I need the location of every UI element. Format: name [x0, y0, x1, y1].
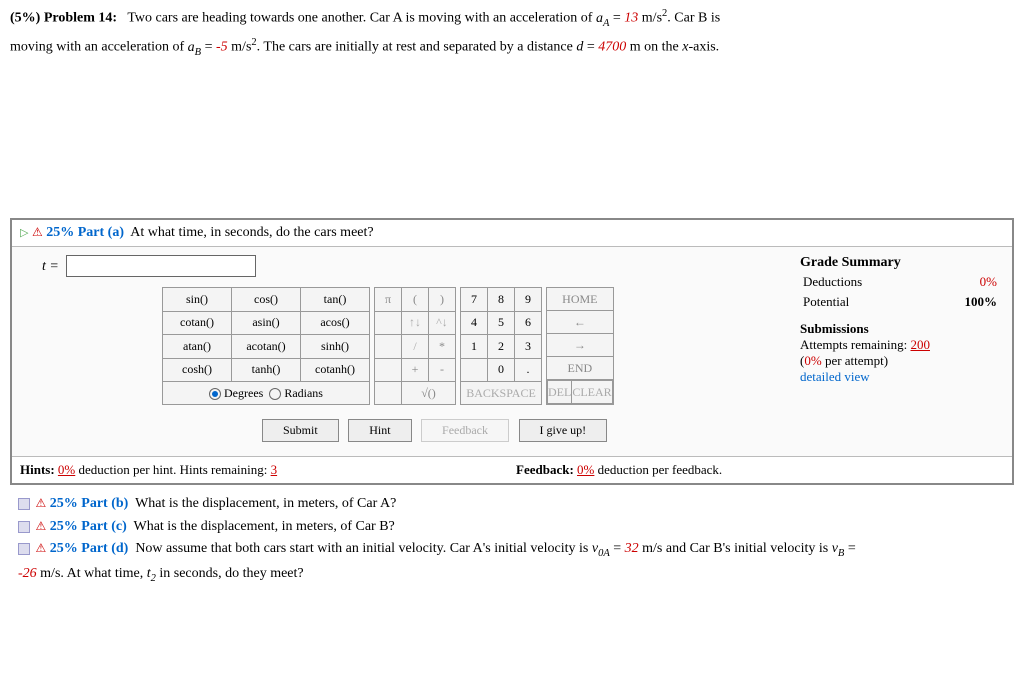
key-end[interactable]: END [547, 357, 614, 380]
keypad: sin()cos()tan() cotan()asin()acos() atan… [162, 287, 800, 405]
warning-icon: ⚠ [32, 225, 43, 239]
key-acos[interactable]: acos() [301, 311, 370, 334]
key-mul[interactable]: * [429, 335, 456, 358]
operator-keypad: π() ↑↓^↓ /* +- √() [374, 287, 456, 405]
part-c-row[interactable]: ⚠ 25% Part (c) What is the displacement,… [18, 516, 1006, 538]
key-tan[interactable]: tan() [301, 288, 370, 311]
answer-variable: t = [42, 259, 59, 274]
key-backspace[interactable]: BACKSPACE [461, 381, 542, 404]
hints-bar: Hints: 0% deduction per hint. Hints rema… [12, 456, 1012, 483]
key-cotanh[interactable]: cotanh() [301, 358, 370, 381]
radio-degrees-icon[interactable] [209, 388, 221, 400]
number-keypad: 789 456 123 0. BACKSPACE [460, 287, 542, 405]
key-sinh[interactable]: sinh() [301, 335, 370, 358]
key-plus[interactable]: + [402, 358, 429, 381]
key-2[interactable]: 2 [488, 335, 515, 358]
warning-icon: ⚠ [36, 541, 47, 555]
control-keypad: HOME ← → END DELCLEAR [546, 287, 614, 405]
action-buttons: Submit Hint Feedback I give up! [262, 419, 800, 442]
key-3[interactable]: 3 [515, 335, 542, 358]
giveup-button[interactable]: I give up! [519, 419, 608, 442]
expand-icon[interactable]: ▷ [20, 227, 28, 239]
key-asin[interactable]: asin() [232, 311, 301, 334]
key-7[interactable]: 7 [461, 288, 488, 311]
part-d-cont: -26 m/s. At what time, t2 in seconds, do… [18, 563, 1006, 588]
part-a-header: ▷ ⚠ 25% Part (a) At what time, in second… [12, 220, 1012, 247]
key-9[interactable]: 9 [515, 288, 542, 311]
key-cos[interactable]: cos() [232, 288, 301, 311]
grade-summary: Grade Summary Deductions0% Potential100%… [800, 247, 1012, 393]
key-power[interactable]: ^↓ [429, 311, 456, 334]
key-updown[interactable]: ↑↓ [402, 311, 429, 334]
other-parts: ⚠ 25% Part (b) What is the displacement,… [10, 485, 1014, 591]
key-4[interactable]: 4 [461, 311, 488, 334]
key-dot[interactable]: . [515, 358, 542, 381]
key-cosh[interactable]: cosh() [163, 358, 232, 381]
key-0[interactable]: 0 [488, 358, 515, 381]
key-sin[interactable]: sin() [163, 288, 232, 311]
function-keypad: sin()cos()tan() cotan()asin()acos() atan… [162, 287, 370, 405]
collapse-icon[interactable] [18, 543, 30, 555]
key-div[interactable]: / [402, 335, 429, 358]
key-pi[interactable]: π [375, 288, 402, 311]
key-cotan[interactable]: cotan() [163, 311, 232, 334]
key-rparen[interactable]: ) [429, 288, 456, 311]
feedback-button[interactable]: Feedback [421, 419, 509, 442]
warning-icon: ⚠ [36, 496, 47, 510]
key-left[interactable]: ← [547, 311, 614, 334]
key-clear[interactable]: CLEAR [572, 381, 612, 404]
hint-button[interactable]: Hint [348, 419, 411, 442]
collapse-icon[interactable] [18, 498, 30, 510]
key-1[interactable]: 1 [461, 335, 488, 358]
problem-statement: (5%) Problem 14: Two cars are heading to… [10, 6, 1014, 31]
part-b-row[interactable]: ⚠ 25% Part (b) What is the displacement,… [18, 493, 1006, 515]
submit-button[interactable]: Submit [262, 419, 339, 442]
collapse-icon[interactable] [18, 521, 30, 533]
key-tanh[interactable]: tanh() [232, 358, 301, 381]
radio-radians-icon[interactable] [269, 388, 281, 400]
key-6[interactable]: 6 [515, 311, 542, 334]
key-lparen[interactable]: ( [402, 288, 429, 311]
key-sqrt[interactable]: √() [402, 381, 456, 404]
part-d-row[interactable]: ⚠ 25% Part (d) Now assume that both cars… [18, 538, 1006, 563]
key-right[interactable]: → [547, 334, 614, 357]
key-5[interactable]: 5 [488, 311, 515, 334]
detailed-view-link[interactable]: detailed view [800, 369, 870, 384]
answer-row: t = [42, 255, 800, 277]
key-atan[interactable]: atan() [163, 335, 232, 358]
part-a-container: ▷ ⚠ 25% Part (a) At what time, in second… [10, 218, 1014, 485]
key-acotan[interactable]: acotan() [232, 335, 301, 358]
key-8[interactable]: 8 [488, 288, 515, 311]
warning-icon: ⚠ [36, 519, 47, 533]
problem-statement-line2: moving with an acceleration of aB = -5 m… [10, 35, 1014, 60]
answer-input[interactable] [66, 255, 256, 277]
key-minus[interactable]: - [429, 358, 456, 381]
key-del[interactable]: DEL [548, 381, 572, 404]
key-home[interactable]: HOME [547, 288, 614, 311]
angle-mode[interactable]: Degrees Radians [163, 381, 370, 404]
